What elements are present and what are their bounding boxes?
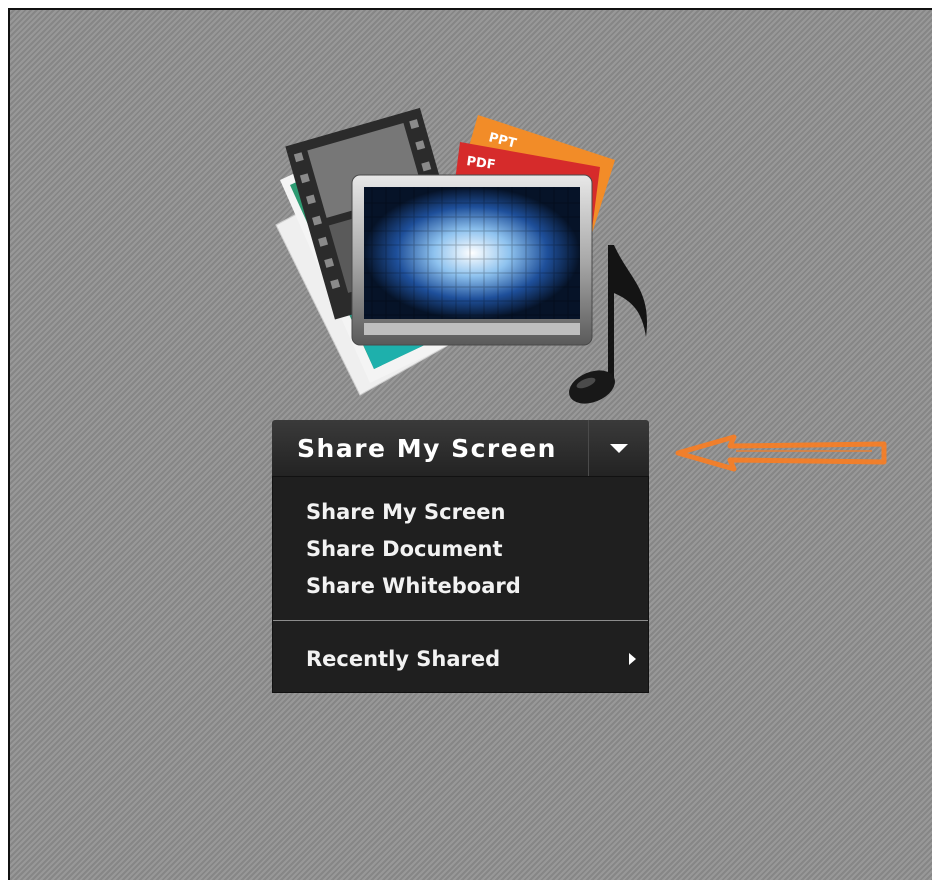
menu-item-share-my-screen[interactable]: Share My Screen [273,495,648,532]
menu-item-recently-shared[interactable]: Recently Shared [273,642,648,679]
chevron-right-icon [629,653,636,665]
media-share-icon: PPT PDF [260,105,680,415]
share-menu: Share My Screen Share Document Share Whi… [272,476,649,693]
share-my-screen-button[interactable]: Share My Screen [272,420,588,476]
share-options-section: Share My Screen Share Document Share Whi… [273,477,648,621]
share-pod: PPT PDF Share My Screen Share My Screen … [8,8,932,880]
menu-item-share-document[interactable]: Share Document [273,532,648,569]
share-dropdown-button[interactable] [588,420,649,476]
menu-item-share-whiteboard[interactable]: Share Whiteboard [273,569,648,606]
recent-section: Recently Shared [273,621,648,679]
left-arrow-annotation [672,431,892,475]
chevron-down-icon [610,443,628,453]
share-button-group: Share My Screen [272,420,649,476]
screen-icon [351,174,593,346]
